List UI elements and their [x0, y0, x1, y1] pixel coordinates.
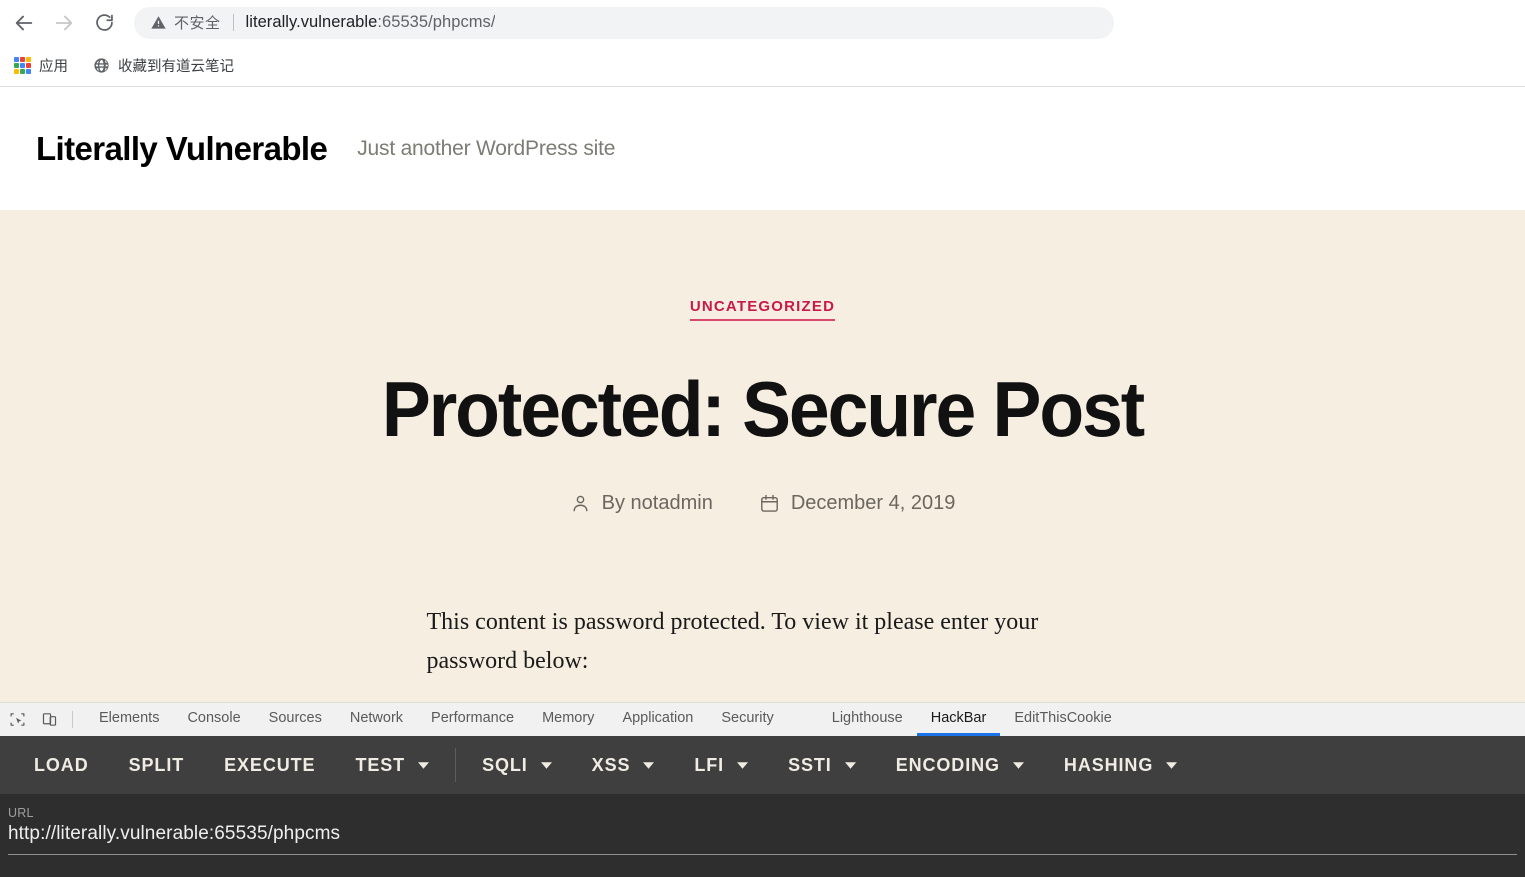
site-tagline: Just another WordPress site — [357, 137, 616, 160]
forward-button[interactable] — [44, 3, 84, 43]
bookmark-apps-label: 应用 — [39, 59, 68, 75]
hackbar-execute-button[interactable]: EXECUTE — [204, 736, 335, 794]
device-toolbar-icon[interactable] — [36, 707, 62, 733]
post-date: December 4, 2019 — [759, 492, 956, 515]
tab-security[interactable]: Security — [707, 703, 787, 736]
hackbar-hashing-label: HASHING — [1063, 754, 1154, 775]
address-bar[interactable]: 不安全 literally.vulnerable:65535/phpcms/ — [134, 6, 1114, 39]
hackbar-ssti-button[interactable]: SSTI — [768, 736, 876, 794]
chevron-down-icon — [418, 761, 430, 769]
apps-grid-icon — [14, 57, 31, 74]
hackbar-ssti-label: SSTI — [788, 754, 832, 775]
tab-memory[interactable]: Memory — [528, 703, 608, 736]
hackbar-load-label: LOAD — [34, 754, 89, 775]
page-viewport: Literally Vulnerable Just another WordPr… — [0, 88, 1525, 702]
browser-toolbar: 不安全 literally.vulnerable:65535/phpcms/ — [0, 0, 1525, 45]
post-meta: By notadmin December 4, 2019 — [0, 492, 1525, 515]
arrow-left-icon — [15, 15, 33, 30]
hackbar-lfi-label: LFI — [694, 754, 725, 775]
bookmark-youdao-note[interactable]: 收藏到有道云笔记 — [85, 51, 242, 80]
devtools-tabbar: Elements Console Sources Network Perform… — [0, 702, 1525, 736]
chevron-down-icon — [643, 761, 655, 769]
chevron-down-icon — [737, 761, 749, 769]
hackbar-encoding-button[interactable]: ENCODING — [876, 736, 1044, 794]
url-input[interactable]: http://literally.vulnerable:65535/phpcms — [8, 823, 1517, 855]
tab-performance[interactable]: Performance — [417, 703, 528, 736]
hackbar-xss-button[interactable]: XSS — [572, 736, 675, 794]
post-category-link[interactable]: UNCATEGORIZED — [689, 298, 836, 321]
back-button[interactable] — [4, 3, 44, 43]
post-date-label: December 4, 2019 — [790, 492, 956, 515]
tab-application[interactable]: Application — [608, 703, 707, 736]
site-header: Literally Vulnerable Just another WordPr… — [0, 88, 1525, 210]
tab-lighthouse[interactable]: Lighthouse — [818, 703, 917, 736]
inspect-element-icon[interactable] — [4, 707, 30, 733]
hackbar-sqli-button[interactable]: SQLI — [462, 736, 572, 794]
hackbar-test-label: TEST — [355, 754, 406, 775]
bookmarks-bar: 应用 收藏到有道云笔记 — [0, 45, 1525, 87]
reload-button[interactable] — [84, 3, 124, 43]
devtools-panel: Elements Console Sources Network Perform… — [0, 702, 1525, 877]
hackbar-lfi-button[interactable]: LFI — [674, 736, 768, 794]
hackbar-load-button[interactable]: LOAD — [14, 736, 109, 794]
hackbar-sqli-label: SQLI — [482, 754, 528, 775]
post-article: UNCATEGORIZED Protected: Secure Post By … — [0, 210, 1525, 681]
tab-sources[interactable]: Sources — [255, 703, 336, 736]
browser-chrome: 不安全 literally.vulnerable:65535/phpcms/ 应… — [0, 0, 1525, 88]
warning-triangle-icon — [150, 14, 167, 31]
url-path: :65535/phpcms/ — [377, 13, 496, 31]
site-title[interactable]: Literally Vulnerable — [36, 130, 328, 168]
hackbar-separator — [455, 748, 457, 782]
hackbar-xss-label: XSS — [591, 754, 631, 775]
hackbar-body: URL http://literally.vulnerable:65535/ph… — [0, 794, 1525, 877]
hackbar-test-button[interactable]: TEST — [335, 736, 449, 794]
tab-console[interactable]: Console — [173, 703, 254, 736]
devtools-icon-group — [0, 703, 85, 736]
post-author-label: By notadmin — [601, 492, 713, 515]
post-author: By notadmin — [570, 492, 713, 515]
not-secure-label: 不安全 — [174, 15, 221, 32]
tab-editthiscookie[interactable]: EditThisCookie — [1000, 703, 1126, 736]
bookmark-youdao-label: 收藏到有道云笔记 — [118, 59, 234, 75]
tab-hackbar[interactable]: HackBar — [916, 703, 1001, 736]
bookmark-apps[interactable]: 应用 — [6, 51, 76, 80]
chevron-down-icon — [844, 761, 856, 769]
reload-icon — [95, 14, 113, 31]
hackbar-hashing-button[interactable]: HASHING — [1044, 736, 1197, 794]
chevron-down-icon — [540, 761, 552, 769]
url-host: literally.vulnerable — [245, 13, 378, 31]
chevron-down-icon — [1166, 761, 1178, 769]
chevron-down-icon — [1012, 761, 1024, 769]
devtools-tab-list: Elements Console Sources Network Perform… — [85, 703, 1126, 736]
url-field-label: URL — [8, 806, 34, 820]
tab-elements[interactable]: Elements — [85, 703, 173, 736]
tab-network[interactable]: Network — [336, 703, 417, 736]
arrow-right-icon — [55, 15, 73, 30]
post-title: Protected: Secure Post — [381, 365, 1145, 453]
hackbar-execute-label: EXECUTE — [224, 754, 316, 775]
url-display[interactable]: literally.vulnerable:65535/phpcms/ — [246, 13, 496, 32]
hackbar-encoding-label: ENCODING — [895, 754, 1000, 775]
hackbar-toolbar: LOAD SPLIT EXECUTE TEST SQLI XSS LFI SST… — [0, 736, 1525, 794]
hackbar-split-label: SPLIT — [128, 754, 185, 775]
person-icon — [570, 493, 591, 514]
devtools-icon-separator — [72, 711, 73, 728]
devtools-tab-gap — [788, 703, 818, 736]
post-body-text: This content is password protected. To v… — [426, 609, 1039, 674]
calendar-icon — [759, 493, 780, 514]
omnibox-divider — [232, 14, 234, 31]
globe-icon — [93, 57, 110, 74]
hackbar-split-button[interactable]: SPLIT — [109, 736, 205, 794]
security-indicator[interactable]: 不安全 — [150, 12, 221, 33]
